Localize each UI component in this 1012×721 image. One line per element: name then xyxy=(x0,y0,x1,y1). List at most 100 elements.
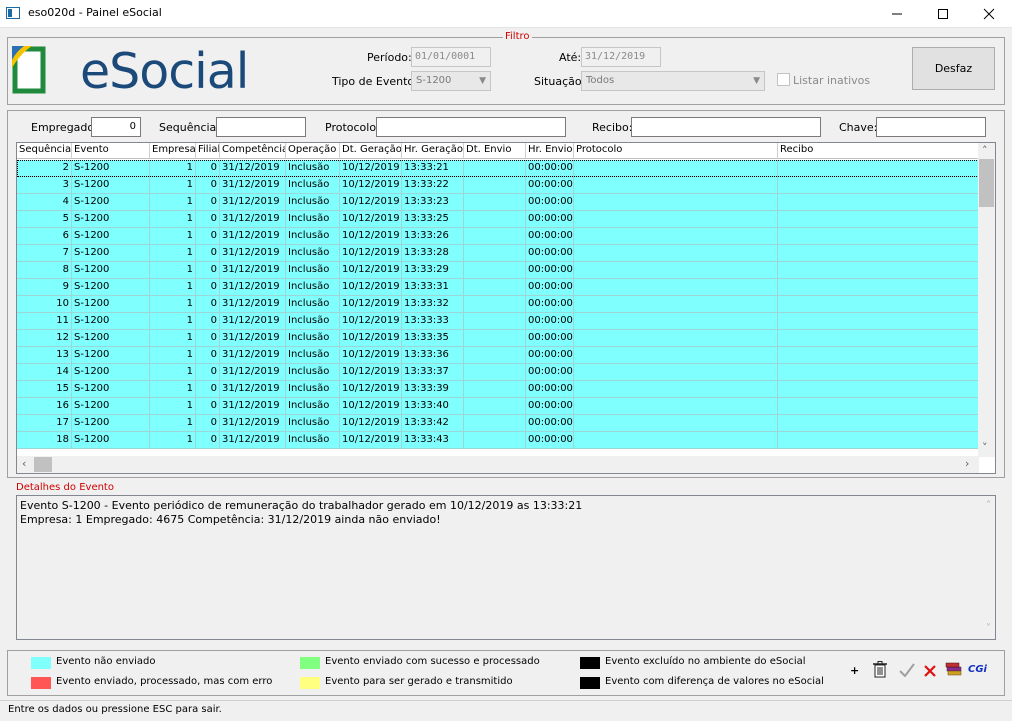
chevron-down-icon: ▼ xyxy=(479,76,486,86)
table-row[interactable]: 5 S-1200 1 0 31/12/2019 Inclusão 10/12/2019 13:… xyxy=(17,211,979,228)
horizontal-scrollbar[interactable]: ‹ › xyxy=(17,456,979,473)
cell-operacao: Inclusão xyxy=(286,313,340,329)
scroll-up-icon[interactable]: ˄ xyxy=(986,499,991,513)
maximize-button[interactable] xyxy=(920,0,966,28)
cell-competencia: 31/12/2019 xyxy=(220,364,286,380)
close-button[interactable] xyxy=(966,0,1012,28)
cell-operacao: Inclusão xyxy=(286,330,340,346)
protocolo-input[interactable] xyxy=(376,117,566,137)
table-row[interactable]: 9 S-1200 1 0 31/12/2019 Inclusão 10/12/2019 13:… xyxy=(17,279,979,296)
details-text[interactable]: Evento S-1200 - Evento periódico de remu… xyxy=(16,495,996,640)
delete-icon[interactable] xyxy=(923,664,937,678)
esocial-logo-icon xyxy=(12,46,46,94)
scroll-down-icon[interactable]: ˅ xyxy=(982,441,988,454)
empregado-input[interactable]: 0 xyxy=(91,117,141,137)
recibo-input[interactable] xyxy=(631,117,821,137)
minimize-button[interactable] xyxy=(874,0,920,28)
table-row[interactable]: 18 S-1200 1 0 31/12/2019 Inclusão 10/12/2019 13… xyxy=(17,432,979,449)
table-row[interactable]: 17 S-1200 1 0 31/12/2019 Inclusão 10/12/2019 13… xyxy=(17,415,979,432)
table-row[interactable]: 12 S-1200 1 0 31/12/2019 Inclusão 10/12/2019 13… xyxy=(17,330,979,347)
column-header-sequencia[interactable]: Sequência xyxy=(17,143,72,159)
situacao-select[interactable]: Todos ▼ xyxy=(581,71,765,91)
cell-hr-geracao: 13:33:22 xyxy=(402,177,464,193)
cell-sequencia: 7 xyxy=(17,245,72,261)
cell-hr-envio: 00:00:00 xyxy=(526,381,574,397)
table-row[interactable]: 11 S-1200 1 0 31/12/2019 Inclusão 10/12/2019 13… xyxy=(17,313,979,330)
scroll-left-icon[interactable]: ‹ xyxy=(22,457,26,470)
sequencia-input[interactable] xyxy=(216,117,306,137)
vertical-scroll-thumb[interactable] xyxy=(979,159,994,207)
column-header-operacao[interactable]: Operação xyxy=(286,143,340,159)
cell-empresa: 1 xyxy=(150,398,196,414)
table-row[interactable]: 4 S-1200 1 0 31/12/2019 Inclusão 10/12/2019 13:… xyxy=(17,194,979,211)
cgi-logo[interactable]: CGi xyxy=(968,664,987,675)
scroll-right-icon[interactable]: › xyxy=(965,457,969,470)
cell-dt-geracao: 10/12/2019 xyxy=(340,415,402,431)
chave-input[interactable] xyxy=(876,117,986,137)
desfaz-button[interactable]: Desfaz xyxy=(912,47,995,90)
cell-operacao: Inclusão xyxy=(286,347,340,363)
column-header-empresa[interactable]: Empresa xyxy=(150,143,196,159)
table-row[interactable]: 10 S-1200 1 0 31/12/2019 Inclusão 10/12/2019 13… xyxy=(17,296,979,313)
scroll-up-icon[interactable]: ˄ xyxy=(982,144,988,157)
cell-filial: 0 xyxy=(196,211,220,227)
vertical-scrollbar[interactable]: ˄ ˅ xyxy=(978,143,995,457)
cell-dt-envio xyxy=(464,211,526,227)
cell-empresa: 1 xyxy=(150,245,196,261)
table-row[interactable]: 8 S-1200 1 0 31/12/2019 Inclusão 10/12/2019 13:… xyxy=(17,262,979,279)
cell-protocolo xyxy=(574,398,778,414)
periodo-label: Período: xyxy=(367,51,412,64)
horizontal-scroll-thumb[interactable] xyxy=(34,457,52,472)
column-header-filial[interactable]: Filial xyxy=(196,143,220,159)
column-header-recibo[interactable]: Recibo xyxy=(778,143,979,159)
cell-hr-envio: 00:00:00 xyxy=(526,347,574,363)
cell-hr-geracao: 13:33:26 xyxy=(402,228,464,244)
add-icon[interactable]: + xyxy=(850,664,859,677)
cell-evento: S-1200 xyxy=(72,160,150,176)
table-row[interactable]: 6 S-1200 1 0 31/12/2019 Inclusão 10/12/2019 13:… xyxy=(17,228,979,245)
table-row[interactable]: 16 S-1200 1 0 31/12/2019 Inclusão 10/12/2019 13… xyxy=(17,398,979,415)
cell-hr-geracao: 13:33:33 xyxy=(402,313,464,329)
table-row[interactable]: 3 S-1200 1 0 31/12/2019 Inclusão 10/12/2019 13:… xyxy=(17,177,979,194)
books-icon[interactable] xyxy=(945,661,963,679)
column-header-protocolo[interactable]: Protocolo xyxy=(574,143,778,159)
table-row[interactable]: 14 S-1200 1 0 31/12/2019 Inclusão 10/12/2019 13… xyxy=(17,364,979,381)
cell-recibo xyxy=(778,330,979,346)
events-grid[interactable]: Sequência Evento Empresa Filial Competência O… xyxy=(16,142,996,474)
cell-competencia: 31/12/2019 xyxy=(220,313,286,329)
cell-evento: S-1200 xyxy=(72,330,150,346)
cell-hr-geracao: 13:33:25 xyxy=(402,211,464,227)
cell-evento: S-1200 xyxy=(72,194,150,210)
scroll-down-icon[interactable]: ˅ xyxy=(986,622,991,636)
cell-dt-geracao: 10/12/2019 xyxy=(340,381,402,397)
cell-operacao: Inclusão xyxy=(286,398,340,414)
cell-competencia: 31/12/2019 xyxy=(220,194,286,210)
listar-inativos-checkbox[interactable] xyxy=(777,73,790,86)
column-header-competencia[interactable]: Competência xyxy=(220,143,286,159)
legend-swatch-enviado-sucesso xyxy=(300,657,320,669)
column-header-dt-envio[interactable]: Dt. Envio xyxy=(464,143,526,159)
periodo-field[interactable]: 01/01/0001 xyxy=(411,47,491,67)
column-header-dt-geracao[interactable]: Dt. Geração xyxy=(340,143,402,159)
cell-evento: S-1200 xyxy=(72,279,150,295)
tipo-evento-select[interactable]: S-1200 ▼ xyxy=(411,71,491,91)
cell-empresa: 1 xyxy=(150,160,196,176)
cell-recibo xyxy=(778,262,979,278)
cell-hr-geracao: 13:33:32 xyxy=(402,296,464,312)
cell-competencia: 31/12/2019 xyxy=(220,347,286,363)
table-row[interactable]: 2 S-1200 1 0 31/12/2019 Inclusão 10/12/2019 13:… xyxy=(17,160,979,177)
cell-dt-envio xyxy=(464,262,526,278)
column-header-hr-envio[interactable]: Hr. Envio xyxy=(526,143,574,159)
check-icon[interactable] xyxy=(899,663,915,677)
cell-dt-envio xyxy=(464,432,526,448)
table-row[interactable]: 13 S-1200 1 0 31/12/2019 Inclusão 10/12/2019 13… xyxy=(17,347,979,364)
cell-sequencia: 18 xyxy=(17,432,72,448)
table-row[interactable]: 15 S-1200 1 0 31/12/2019 Inclusão 10/12/2019 13… xyxy=(17,381,979,398)
table-row[interactable]: 7 S-1200 1 0 31/12/2019 Inclusão 10/12/2019 13:… xyxy=(17,245,979,262)
cell-filial: 0 xyxy=(196,313,220,329)
trash-icon[interactable] xyxy=(872,661,888,679)
cell-evento: S-1200 xyxy=(72,262,150,278)
column-header-hr-geracao[interactable]: Hr. Geração xyxy=(402,143,464,159)
ate-field[interactable]: 31/12/2019 xyxy=(581,47,661,67)
column-header-evento[interactable]: Evento xyxy=(72,143,150,159)
